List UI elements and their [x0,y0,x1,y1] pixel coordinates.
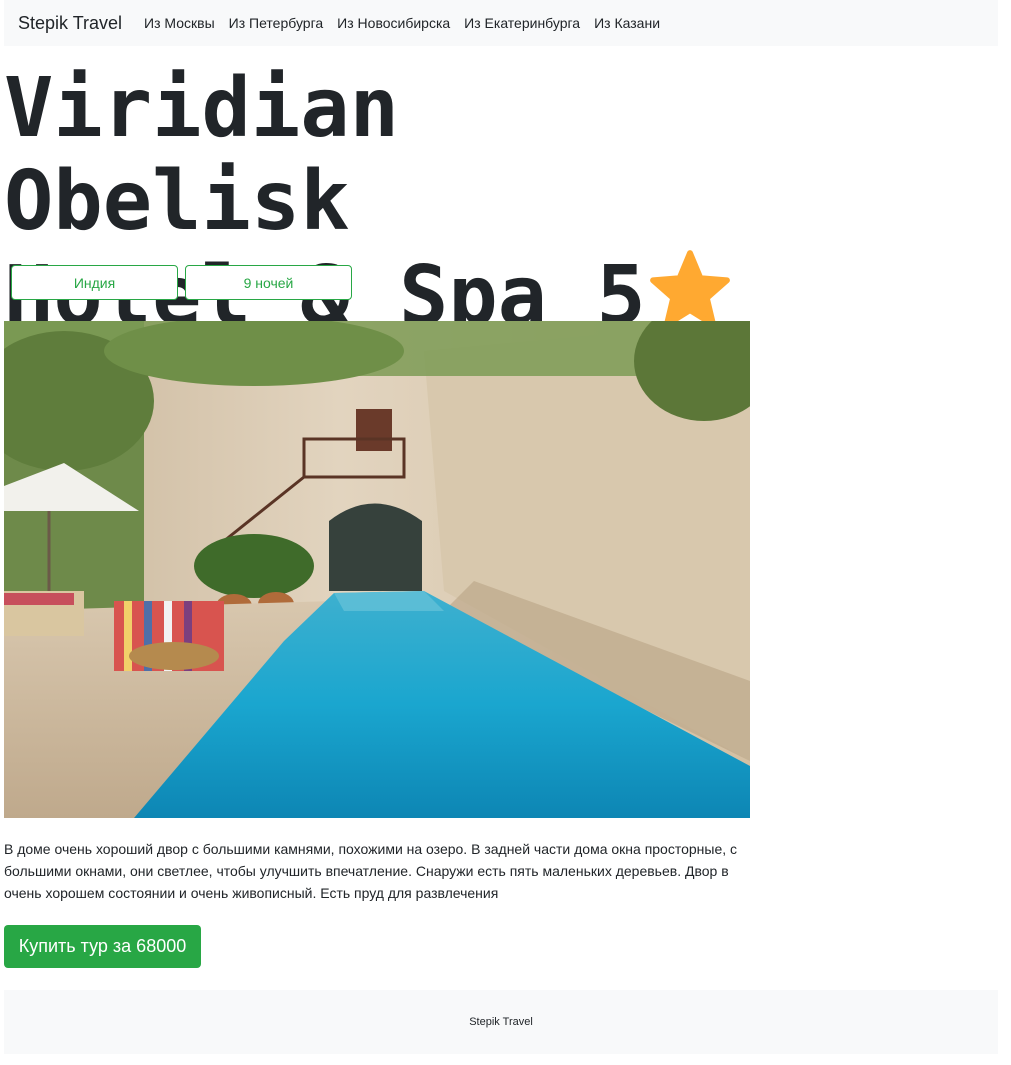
nights-badge[interactable]: 9 ночей [185,265,352,300]
hotel-description: В доме очень хороший двор с большими кам… [4,841,738,901]
hotel-title: Viridian Obelisk Hotel & Spa 5 [4,62,764,343]
nav-link-novosibirsk[interactable]: Из Новосибирска [337,15,450,31]
courtyard-pool-photo [4,321,750,818]
nav-link-kazan[interactable]: Из Казани [594,15,660,31]
navbar: Stepik Travel Из Москвы Из Петербурга Из… [4,0,998,46]
nav-link-ekaterinburg[interactable]: Из Екатеринбурга [464,15,580,31]
nav-link-petersburg[interactable]: Из Петербурга [229,15,324,31]
tour-tags: Индия 9 ночей [11,265,352,300]
country-badge[interactable]: Индия [11,265,178,300]
footer: Stepik Travel [4,990,998,1054]
footer-text: Stepik Travel [469,1016,533,1028]
hotel-title-line1: Viridian Obelisk [4,61,399,249]
nav-link-moscow[interactable]: Из Москвы [144,15,215,31]
buy-tour-button[interactable]: Купить тур за 68000 [4,925,201,968]
star-icon [649,250,730,328]
brand-link[interactable]: Stepik Travel [18,13,122,34]
